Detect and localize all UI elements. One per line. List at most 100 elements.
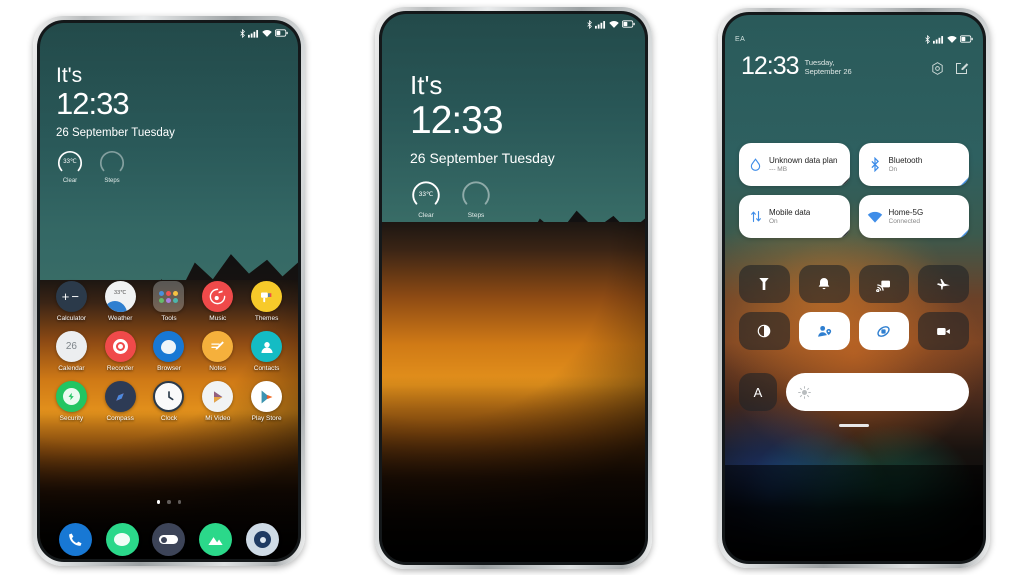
app-clock[interactable]: Clock — [145, 381, 194, 422]
play-store-icon — [251, 381, 283, 412]
airplane-icon — [937, 278, 950, 290]
drag-handle[interactable] — [839, 424, 869, 427]
status-icons — [925, 34, 973, 44]
weather-ring[interactable]: 33℃ Clear — [410, 178, 442, 219]
app-browser[interactable]: Browser — [145, 331, 194, 372]
greeting-text: It's — [410, 70, 443, 100]
clock-icon — [153, 381, 185, 412]
page-dot[interactable] — [167, 500, 171, 504]
lock-date: 26 September Tuesday — [410, 149, 555, 166]
steps-ring[interactable]: Steps — [460, 178, 492, 219]
tile-corner-indicator[interactable] — [960, 177, 969, 186]
location-icon — [817, 325, 831, 337]
calendar-icon: 26 — [55, 331, 87, 362]
app-themes[interactable]: Themes — [242, 281, 291, 322]
tile-corner-indicator[interactable] — [960, 229, 969, 238]
screen-record-toggle[interactable] — [918, 312, 969, 350]
app-calculator[interactable]: +− Calculator — [47, 281, 96, 322]
auto-rotate-toggle[interactable] — [858, 312, 910, 350]
calculator-icon: +− — [55, 281, 87, 312]
brightness-slider[interactable] — [786, 373, 969, 411]
tile-title: Home-5G — [888, 208, 924, 217]
app-label: Compass — [106, 415, 134, 422]
dark-mode-toggle[interactable] — [739, 312, 790, 350]
lockscreen-clock-widget: It's 12:33 26 September Tuesday 33℃ Clea… — [410, 72, 555, 219]
security-icon — [55, 381, 87, 412]
data-usage-icon — [747, 156, 764, 173]
tile-mobile-data[interactable]: Mobile data On — [739, 195, 850, 238]
status-icons — [587, 19, 635, 29]
app-grid: +− Calculator 33℃ Weather Tools Music Th… — [40, 281, 298, 422]
phone-bezel: EA 12:33 Tuesday, September 26 Unknown d… — [722, 12, 986, 564]
tile-corner-indicator[interactable] — [840, 229, 850, 238]
camera-icon[interactable] — [246, 523, 280, 556]
tile-title: Unknown data plan — [769, 156, 838, 165]
tile-bluetooth[interactable]: Bluetooth On — [858, 143, 969, 186]
app-label: Browser — [157, 365, 181, 372]
recorder-icon — [104, 331, 136, 362]
cc-date: Tuesday, September 26 — [804, 58, 852, 77]
tile-corner-indicator[interactable] — [840, 177, 850, 186]
app-compass[interactable]: Compass — [96, 381, 145, 422]
tile-subtitle: On — [769, 218, 778, 225]
mobile-data-icon — [747, 208, 764, 225]
themes-icon — [251, 281, 283, 312]
carrier-label: EA — [735, 35, 746, 43]
control-center-header: 12:33 Tuesday, September 26 — [741, 54, 969, 79]
app-mi-video[interactable]: Mi Video — [193, 381, 242, 422]
sun-icon — [798, 385, 811, 399]
app-calendar[interactable]: 26 Calendar — [47, 331, 96, 372]
tools-folder-icon — [153, 281, 185, 312]
phone-screen: EA 12:33 Tuesday, September 26 Unknown d… — [725, 15, 983, 561]
airplane-mode-toggle[interactable] — [918, 265, 969, 303]
tile-subtitle: --- MB — [769, 166, 788, 173]
weather-icon: 33℃ — [104, 281, 136, 312]
app-label: Recorder — [106, 365, 134, 372]
app-label: Mi Video — [205, 415, 231, 422]
flashlight-toggle[interactable] — [739, 265, 790, 303]
dark-mode-icon — [758, 324, 771, 338]
steps-ring-label: Steps — [104, 177, 120, 184]
status-bar — [40, 23, 298, 43]
phone-icon[interactable] — [58, 523, 92, 556]
lockscreen-clock-widget: It's 12:33 26 September Tuesday 33℃ Clea… — [56, 65, 175, 184]
app-weather[interactable]: 33℃ Weather — [96, 281, 145, 322]
edit-icon[interactable] — [954, 61, 969, 76]
steps-ring-label: Steps — [467, 211, 485, 219]
blurred-dock — [725, 465, 983, 561]
app-music[interactable]: Music — [193, 281, 242, 322]
mi-video-icon — [202, 381, 234, 412]
flashlight-icon — [759, 278, 770, 290]
tile-wifi[interactable]: Home-5G Connected — [858, 195, 969, 238]
ringer-toggle[interactable] — [798, 265, 850, 303]
app-notes[interactable]: Notes — [193, 331, 242, 372]
settings-icon[interactable] — [152, 523, 186, 556]
steps-ring[interactable]: Steps — [98, 148, 126, 184]
wifi-icon — [947, 35, 957, 43]
app-label: Themes — [254, 315, 279, 322]
auto-brightness-button[interactable]: A — [739, 373, 777, 411]
settings-gear-icon[interactable] — [930, 61, 945, 76]
signal-icon — [933, 35, 944, 44]
phone-control-center: EA 12:33 Tuesday, September 26 Unknown d… — [718, 8, 990, 568]
lock-widget-rings: 33℃ Clear Steps — [56, 148, 175, 184]
bluetooth-icon — [925, 34, 930, 44]
cast-toggle[interactable] — [858, 265, 910, 303]
lock-widget-rings: 33℃ Clear Steps — [410, 178, 555, 219]
page-dot[interactable] — [156, 500, 161, 504]
app-security[interactable]: Security — [47, 381, 96, 422]
page-dot[interactable] — [177, 500, 182, 504]
weather-ring[interactable]: 33℃ Clear — [56, 148, 84, 184]
app-tools[interactable]: Tools — [145, 281, 194, 322]
app-play-store[interactable]: Play Store — [242, 381, 291, 422]
music-icon — [202, 281, 234, 312]
phone-lock-screen: It's 12:33 26 September Tuesday 33℃ Clea… — [375, 7, 652, 569]
location-toggle[interactable] — [798, 312, 850, 350]
tile-title: Bluetooth — [888, 156, 923, 165]
gallery-icon[interactable] — [199, 523, 233, 556]
app-contacts[interactable]: Contacts — [242, 331, 291, 372]
app-label: Calculator — [56, 315, 87, 322]
tile-data-plan[interactable]: Unknown data plan --- MB — [739, 143, 850, 186]
messages-icon[interactable] — [105, 523, 139, 556]
app-recorder[interactable]: Recorder — [96, 331, 145, 372]
